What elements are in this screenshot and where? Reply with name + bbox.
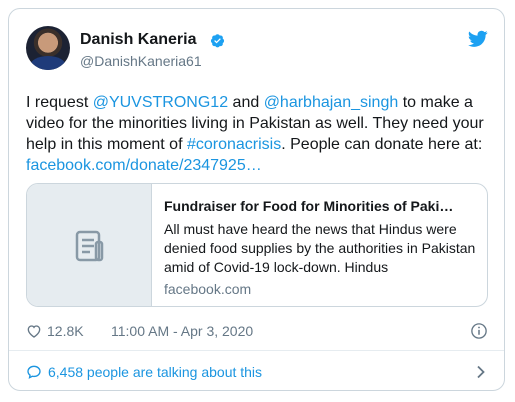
tweet-timestamp[interactable]: 11:00 AM - Apr 3, 2020 xyxy=(111,323,253,339)
twitter-bird-icon[interactable] xyxy=(468,30,488,48)
heart-icon[interactable] xyxy=(26,323,42,339)
conversation-link[interactable]: 6,458 people are talking about this xyxy=(26,362,488,384)
link-preview-card[interactable]: Fundraiser for Food for Minorities of Pa… xyxy=(26,183,488,307)
tweet-header: Danish Kaneria @DanishKaneria61 xyxy=(26,26,488,74)
link-card-description: All must have heard the news that Hindus… xyxy=(164,221,476,275)
avatar-shirt xyxy=(30,56,66,70)
tweet-meta: 12.8K 11:00 AM - Apr 3, 2020 xyxy=(26,321,488,343)
tweet-text-part: I request xyxy=(26,94,93,111)
talking-about-label[interactable]: 6,458 people are talking about this xyxy=(48,364,262,380)
divider xyxy=(9,350,504,351)
donate-link[interactable]: facebook.com/donate/2347925… xyxy=(26,157,262,174)
tweet-text-part: and xyxy=(228,94,264,111)
author-avatar[interactable] xyxy=(26,26,70,70)
comment-icon xyxy=(27,365,41,379)
author-handle[interactable]: @DanishKaneria61 xyxy=(80,53,202,69)
link-card-domain: facebook.com xyxy=(164,281,252,297)
info-icon[interactable] xyxy=(470,322,488,340)
verified-badge-icon xyxy=(210,34,225,48)
link-thumbnail xyxy=(27,184,152,306)
hashtag-coronacrisis[interactable]: #coronacrisis xyxy=(187,136,281,153)
mention-harbhajan-singh[interactable]: @harbhajan_singh xyxy=(264,94,399,111)
author-name[interactable]: Danish Kaneria xyxy=(80,31,196,49)
like-count[interactable]: 12.8K xyxy=(47,323,84,339)
link-card-title[interactable]: Fundraiser for Food for Minorities of Pa… xyxy=(164,196,476,216)
chevron-right-icon[interactable] xyxy=(476,365,486,379)
link-card-body: Fundraiser for Food for Minorities of Pa… xyxy=(164,196,476,298)
mention-yuvstrong12[interactable]: @YUVSTRONG12 xyxy=(93,94,228,111)
embedded-tweet: Danish Kaneria @DanishKaneria61 I reques… xyxy=(8,8,505,391)
document-icon xyxy=(75,230,104,262)
tweet-text-part: . People can donate here at: xyxy=(281,136,483,153)
tweet-text: I request @YUVSTRONG12 and @harbhajan_si… xyxy=(26,92,494,176)
